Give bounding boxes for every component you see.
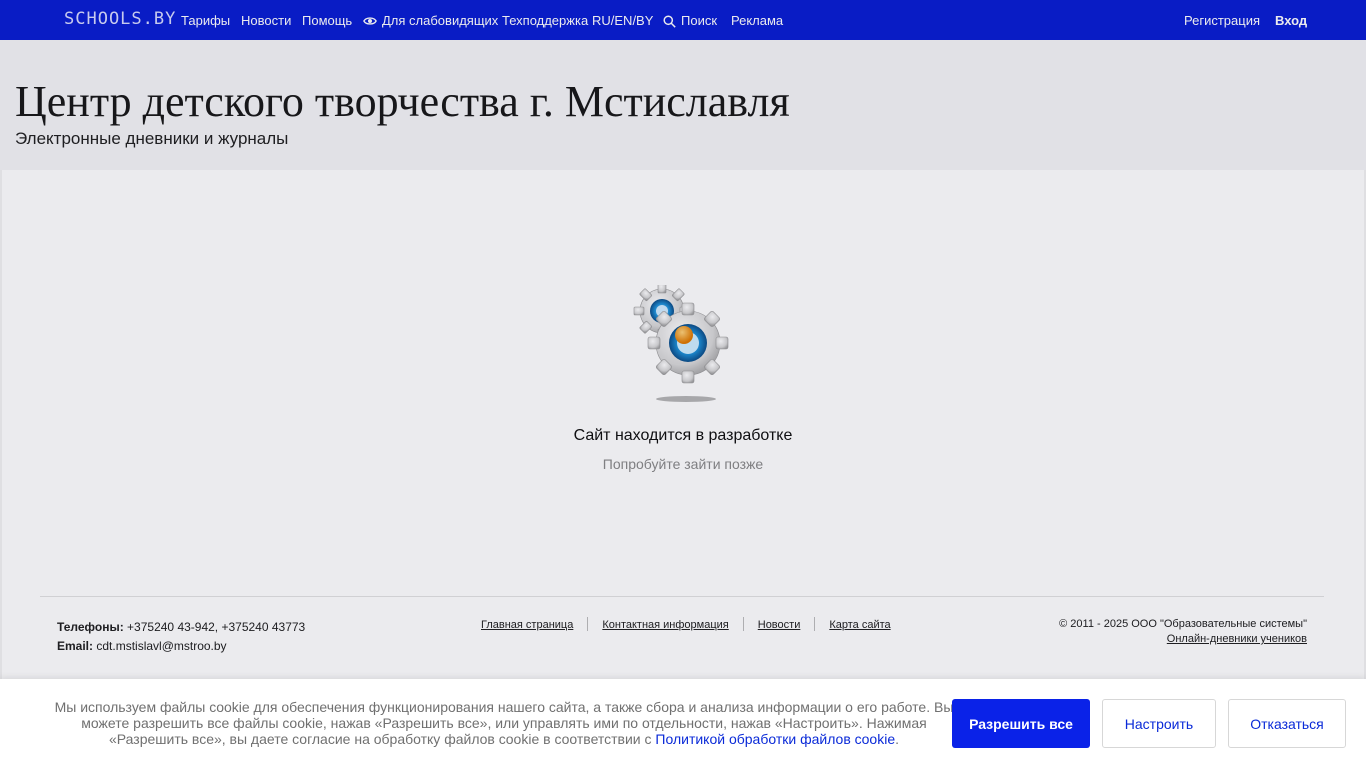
cookie-banner: Мы используем файлы cookie для обеспечен… [0,679,1366,768]
accept-all-button[interactable]: Разрешить все [952,699,1090,748]
modal-overlay [0,0,1366,768]
cookie-settings-button[interactable]: Настроить [1102,699,1216,748]
decline-button[interactable]: Отказаться [1228,699,1346,748]
cookie-text-end: . [895,731,900,747]
cookie-message: Мы используем файлы cookie для обеспечен… [46,699,962,747]
cookie-policy-link[interactable]: Политикой обработки файлов cookie [655,731,895,747]
